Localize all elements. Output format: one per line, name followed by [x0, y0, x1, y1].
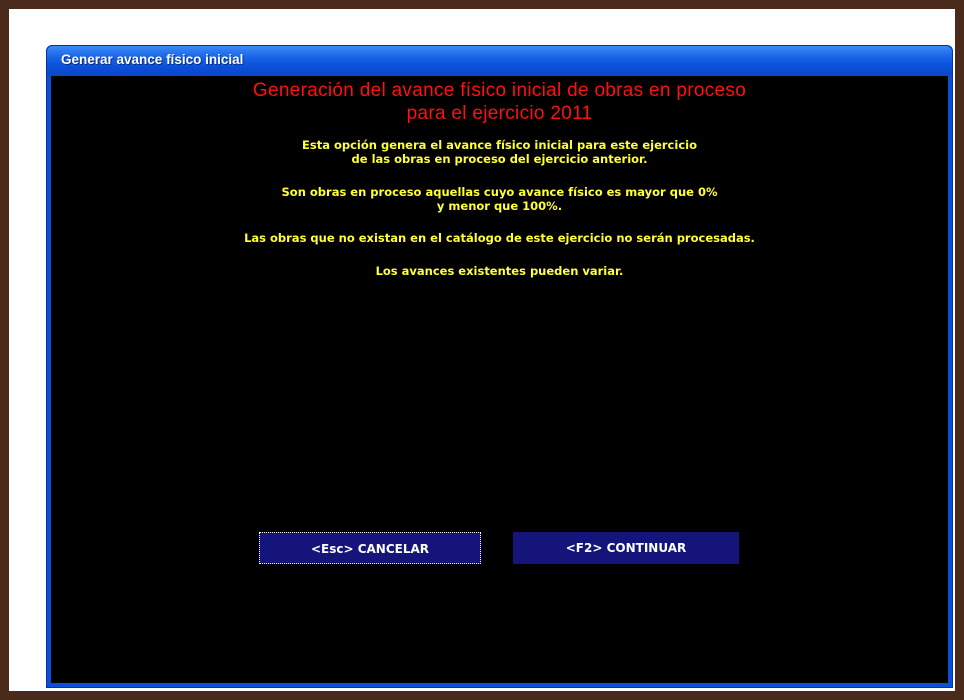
window-title: Generar avance físico inicial [61, 52, 244, 67]
continue-button[interactable]: <F2> CONTINUAR [513, 532, 739, 564]
message-1-line-1: Esta opción genera el avance físico inic… [302, 138, 697, 152]
message-2-line-1: Son obras en proceso aquellas cuyo avanc… [281, 185, 718, 199]
message-2-line-2: y menor que 100%. [436, 199, 563, 213]
dialog-window: Generar avance físico inicial Generación… [46, 45, 953, 688]
dialog-body: Generación del avance físico inicial de … [51, 76, 948, 683]
message-1-line-2: de las obras en proceso del ejercicio an… [351, 152, 648, 166]
screenshot-frame: Generar avance físico inicial Generación… [0, 0, 964, 700]
title-bar[interactable]: Generar avance físico inicial [47, 46, 952, 76]
cancel-button[interactable]: <Esc> CANCELAR [259, 532, 481, 564]
message-3: Las obras que no existan en el catálogo … [244, 231, 755, 245]
heading-line-1: Generación del avance físico inicial de … [252, 80, 747, 101]
heading-line-2: para el ejercicio 2011 [406, 103, 593, 124]
message-4: Los avances existentes pueden variar. [375, 264, 624, 278]
